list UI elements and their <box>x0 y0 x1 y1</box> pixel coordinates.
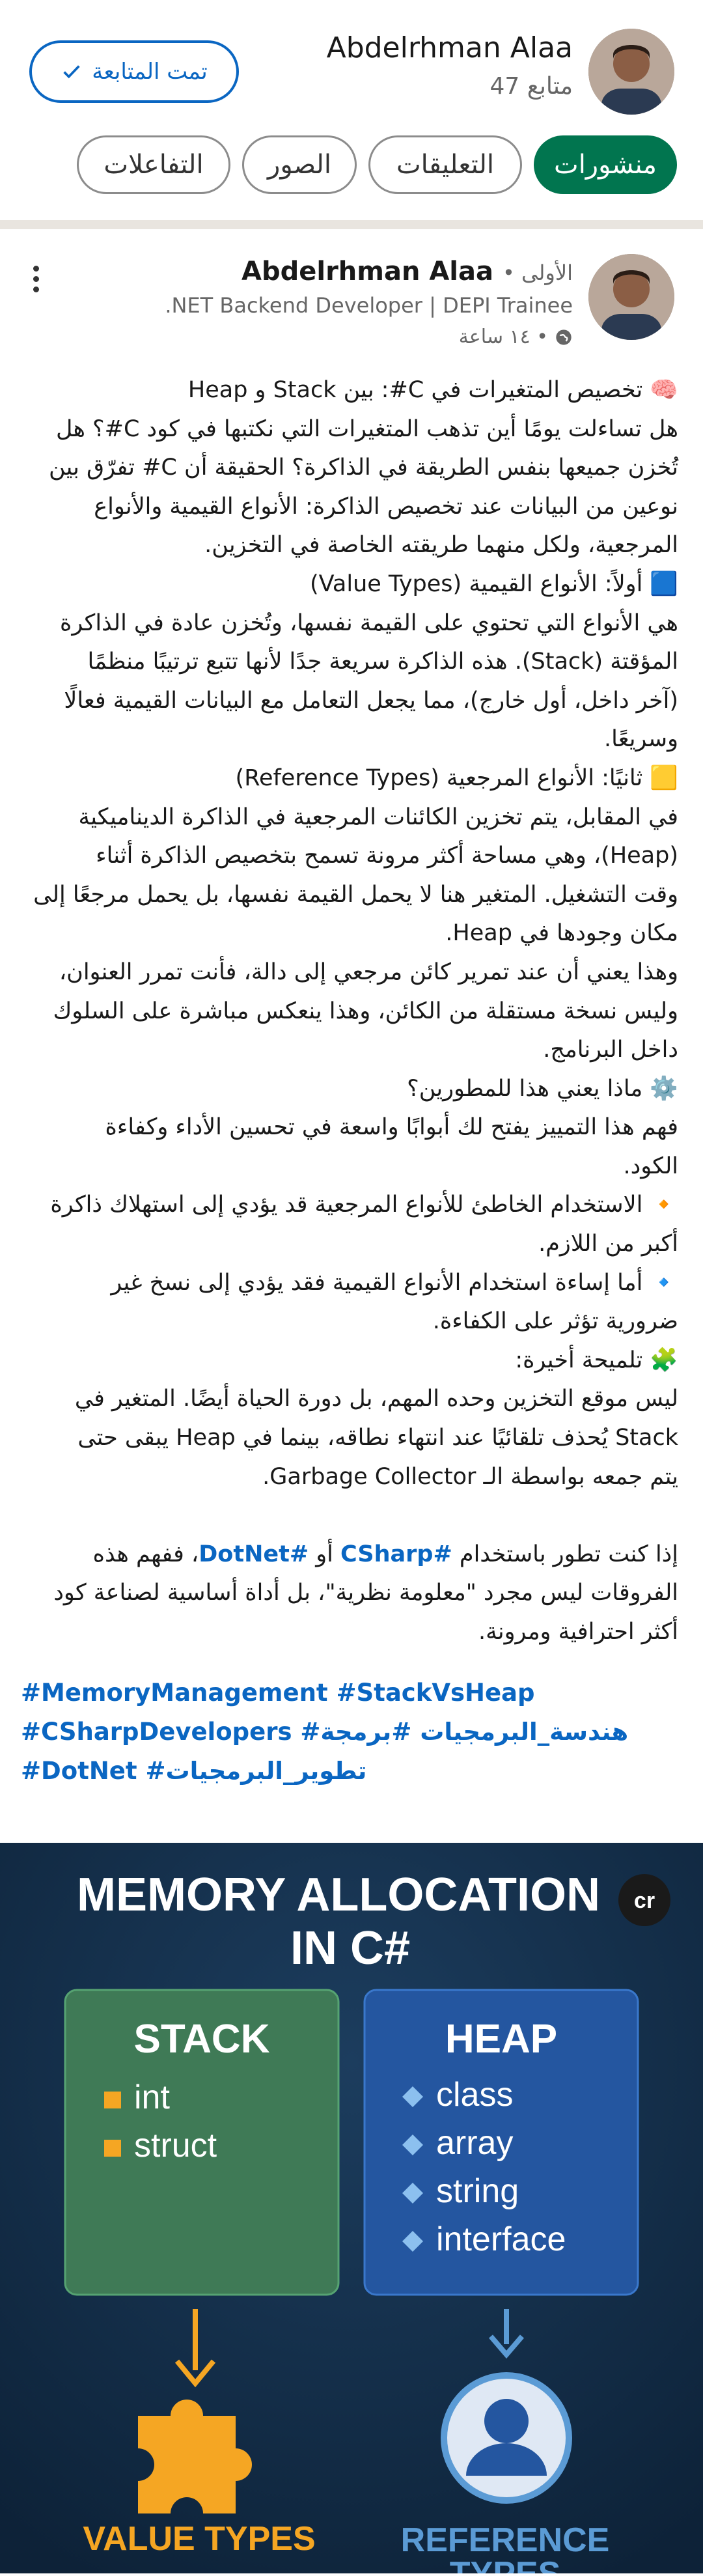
more-options-icon[interactable] <box>26 263 46 302</box>
post-line: أكثر احترافية ومرونة. <box>478 1619 678 1645</box>
post-line: يتم جمعه بواسطة الـ Garbage Collector. <box>262 1463 678 1490</box>
check-icon <box>63 65 80 79</box>
post-line: داخل البرنامج. <box>543 1037 678 1063</box>
hashtag-row[interactable]: #CSharpDevelopers #هندسة_البرمجيات #برمج… <box>21 1713 678 1752</box>
author-avatar[interactable] <box>588 254 674 340</box>
post-line: وسريعًا. <box>604 726 678 753</box>
post-line: أكبر من اللازم. <box>538 1231 678 1257</box>
post-line: وهذا يعني أن عند تمرير كائن مرجعي إلى دا… <box>59 959 678 985</box>
author-headline: .NET Backend Developer | DEPI Trainee <box>165 293 573 318</box>
post-line: (آخر داخل، أول خارج)، مما يجعل التعامل م… <box>64 687 678 714</box>
follower-count: 47 متابع <box>489 73 573 100</box>
post-line: 🔹 أما إساءة استخدام الأنواع القيمية فقد … <box>111 1269 678 1296</box>
post-line: Stack يُحذف تلقائيًا عند انتهاء نطاقه، ب… <box>77 1425 678 1451</box>
profile-avatar[interactable] <box>588 29 674 115</box>
tab-reactions[interactable]: التفاعلات <box>77 135 230 194</box>
post-line: 🟦 أولاً: الأنواع القيمية (Value Types) <box>310 570 678 597</box>
post-line: 🧩 تلميحة أخيرة: <box>515 1347 678 1373</box>
stack-title: STACK <box>134 2017 270 2062</box>
post-line: في المقابل، يتم تخزين الكائنات المرجعية … <box>78 804 678 830</box>
post-line: هي الأنواع التي تحتوي على القيمة نفسها، … <box>60 609 678 636</box>
post-line: ⚙️ ماذا يعني هذا للمطورين؟ <box>407 1075 678 1102</box>
post-line: وقت التشغيل. المتغير هنا لا يحمل القيمة … <box>33 881 678 908</box>
post-line: 🟨 ثانيًا: الأنواع المرجعية (Reference Ty… <box>235 764 678 791</box>
post-line: ليس موقع التخزين وحده المهم، بل دورة الح… <box>74 1386 678 1412</box>
heap-item: string <box>436 2172 519 2210</box>
hashtag-row[interactable]: #DotNet #تطوير_البرمجيات <box>21 1752 678 1791</box>
post-line: المؤقتة (Stack). هذه الذاكرة سريعة جدًا … <box>87 649 678 675</box>
post-image[interactable]: MEMORY ALLOCATION IN C# cr STACK int stru… <box>0 1843 703 2576</box>
stack-item: struct <box>134 2127 217 2164</box>
post-line: هل تساءلت يومًا أين تذهب المتغيرات التي … <box>55 415 678 442</box>
post-line: مكان وجودها في Heap. <box>445 920 678 947</box>
post-line: 🔸 الاستخدام الخاطئ للأنواع المرجعية قد ي… <box>50 1192 678 1218</box>
post-line: تُخزن جميعها بنفس الطريقة في الذاكرة؟ ال… <box>48 455 678 481</box>
post-line: نوعين من البيانات عند تخصيص الذاكرة: الأ… <box>94 493 678 520</box>
post-line: الفروقات ليس مجرد "معلومة نظرية"، بل أدا… <box>53 1580 678 1606</box>
post-time: ١٤ ساعة • <box>459 326 573 348</box>
post-line: 🧠 تخصيص المتغيرات في C#: بين Stack و Hea… <box>187 377 678 403</box>
heap-item: interface <box>436 2220 566 2258</box>
reference-label-line1: REFERENCE <box>401 2521 610 2559</box>
heap-item: array <box>436 2124 513 2162</box>
hashtag-row[interactable]: #MemoryManagement #StackVsHeap <box>21 1673 678 1713</box>
heap-title: HEAP <box>445 2017 557 2062</box>
post-line: المرجعية، ولكل منهما طريقته الخاصة في ال… <box>204 532 678 559</box>
post-line: إذا كنت تطور باستخدام #CSharp أو #DotNet… <box>92 1541 678 1567</box>
image-title-line2: IN C# <box>290 1922 410 1974</box>
post-line: ضرورية تؤثر على الكفاءة. <box>432 1308 678 1335</box>
post-line <box>21 1496 678 1535</box>
person-icon <box>441 2372 572 2504</box>
following-button[interactable]: تمت المتابعة <box>29 40 239 103</box>
stack-bullet <box>104 2092 121 2108</box>
image-title-line1: MEMORY ALLOCATION <box>77 1869 600 1921</box>
tab-posts[interactable]: منشورات <box>534 135 677 194</box>
stack-item: int <box>134 2079 170 2116</box>
section-divider <box>0 220 703 229</box>
profile-name[interactable]: Abdelrhman Alaa <box>327 31 573 64</box>
globe-icon <box>556 329 572 345</box>
logo-text: cr <box>634 1888 655 1913</box>
post-body: 🧠 تخصيص المتغيرات في C#: بين Stack و Hea… <box>21 371 678 1652</box>
post-line: وليس نسخة مستقلة من الكائن، وهذا ينعكس م… <box>53 998 678 1024</box>
post-author[interactable]: Abdelrhman Alaa • الأولى <box>241 257 573 287</box>
post-line: فهم هذا التمييز يفتح لك أبوابًا واسعة في… <box>105 1114 678 1141</box>
value-types-label: VALUE TYPES <box>83 2520 315 2558</box>
following-label: تمت المتابعة <box>92 59 208 85</box>
post-hashtags[interactable]: #MemoryManagement #StackVsHeap #CSharpDev… <box>21 1673 678 1791</box>
reference-label-line2: TYPES <box>450 2555 561 2573</box>
puzzle-icon <box>138 2400 252 2513</box>
stack-bullet <box>104 2140 121 2157</box>
post-line: الكود. <box>623 1153 678 1179</box>
tab-photos[interactable]: الصور <box>242 135 357 194</box>
post-line: (Heap)، وهي مساحة أكثر مرونة تسمح بتخصيص… <box>96 843 678 869</box>
heap-item: class <box>436 2076 513 2114</box>
author-name: Abdelrhman Alaa <box>241 257 493 287</box>
connection-degree: • الأولى <box>502 260 573 285</box>
tab-comments[interactable]: التعليقات <box>368 135 522 194</box>
